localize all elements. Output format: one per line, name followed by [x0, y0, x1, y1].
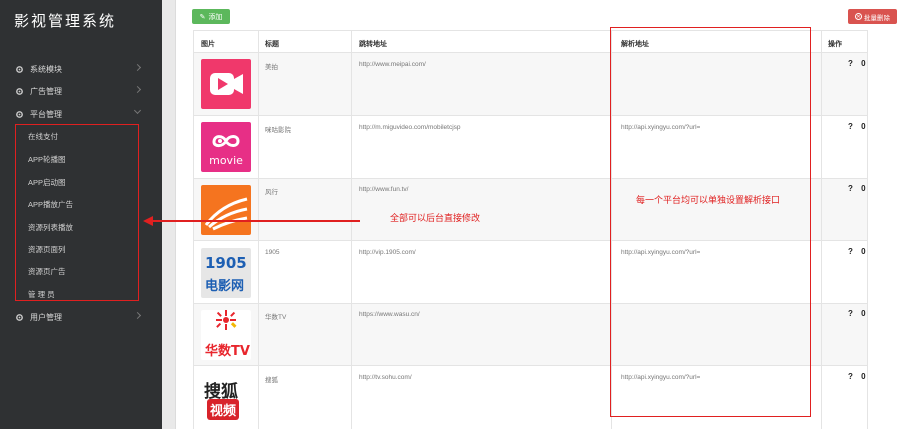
- row-ops[interactable]: ? 0: [848, 247, 869, 256]
- add-button-label: 添加: [208, 13, 223, 21]
- cog-icon: [14, 64, 24, 74]
- row-ops[interactable]: ? 0: [848, 59, 869, 68]
- arrow-left-icon: [143, 216, 153, 226]
- close-circle-icon: ✕: [855, 13, 862, 20]
- logo-text: movie: [209, 154, 243, 167]
- nav-group-ads[interactable]: 广告管理: [0, 82, 162, 100]
- header-jump-url: 跳转地址: [359, 41, 387, 48]
- row-jump-url[interactable]: http://www.meipai.com/: [359, 61, 426, 68]
- nav-group-label: 广告管理: [30, 86, 62, 96]
- header-ops: 操作: [828, 41, 842, 48]
- chevron-right-icon: [133, 85, 142, 94]
- annotation-right-note: 每一个平台均可以单独设置解析接口: [636, 195, 781, 205]
- logo-text: 华数TV: [205, 344, 250, 359]
- cog-icon: [14, 109, 24, 119]
- nav-group-users[interactable]: 用户管理: [0, 308, 162, 326]
- row-ops[interactable]: ? 0: [848, 372, 869, 381]
- scroll-strip: [162, 0, 176, 429]
- row-title: 1905: [265, 249, 280, 256]
- chevron-right-icon: [133, 311, 142, 320]
- nav-group-system[interactable]: 系统模块: [0, 60, 162, 78]
- huashu-tv-logo: 华数TV: [201, 310, 251, 360]
- row-title: 美拍: [265, 64, 278, 71]
- m1905-logo: 1905 电影网: [201, 248, 251, 298]
- row-jump-url[interactable]: http://tv.sohu.com/: [359, 374, 412, 381]
- chevron-down-icon: [133, 106, 142, 115]
- meipai-logo: [201, 59, 251, 109]
- cog-icon: [14, 86, 24, 96]
- row-jump-url[interactable]: http://m.miguvideo.com/mobiletcjsp: [359, 124, 461, 131]
- cog-icon: [14, 312, 24, 322]
- row-title: 咪咕影院: [265, 127, 291, 134]
- nav-group-label: 系统模块: [30, 64, 62, 74]
- batch-delete-label: 批量删除: [864, 14, 890, 22]
- annotation-box-sidebar: [15, 124, 139, 301]
- batch-delete-button[interactable]: ✕ 批量删除: [848, 9, 897, 24]
- nav-group-platform[interactable]: 平台管理: [0, 105, 162, 123]
- row-ops[interactable]: ? 0: [848, 309, 869, 318]
- add-button[interactable]: ✎ 添加: [192, 9, 230, 24]
- logo-text: 视频: [207, 399, 240, 420]
- main-panel: ✎ 添加 ✕ 批量删除 图片 标题 跳转地址 解析地址 操作 美拍 http:/…: [176, 0, 900, 429]
- row-title: 华数TV: [265, 314, 287, 321]
- annotation-arrow: [152, 220, 360, 222]
- fengxing-logo: [201, 185, 251, 235]
- chevron-right-icon: [133, 63, 142, 72]
- nav-group-label: 用户管理: [30, 312, 62, 322]
- header-image: 图片: [201, 41, 215, 48]
- logo-text: 1905: [205, 254, 247, 272]
- app-title: 影视管理系统: [14, 12, 117, 30]
- row-ops[interactable]: ? 0: [848, 184, 869, 193]
- pencil-icon: ✎: [199, 13, 206, 21]
- row-title: 风行: [265, 189, 278, 196]
- annotation-left-note: 全部可以后台直接修改: [390, 213, 481, 223]
- annotation-box-parse: [610, 27, 811, 417]
- row-jump-url[interactable]: http://www.fun.tv/: [359, 186, 409, 193]
- header-title: 标题: [265, 41, 279, 48]
- sohu-video-logo: 搜狐 视频: [201, 373, 251, 423]
- logo-text: 电影网: [205, 279, 245, 294]
- nav-group-label: 平台管理: [30, 109, 62, 119]
- row-ops[interactable]: ? 0: [848, 122, 869, 131]
- migu-movie-logo: movie: [201, 122, 251, 172]
- row-title: 搜狐: [265, 377, 278, 384]
- row-jump-url[interactable]: https://www.wasu.cn/: [359, 311, 420, 318]
- row-jump-url[interactable]: http://vip.1905.com/: [359, 249, 416, 256]
